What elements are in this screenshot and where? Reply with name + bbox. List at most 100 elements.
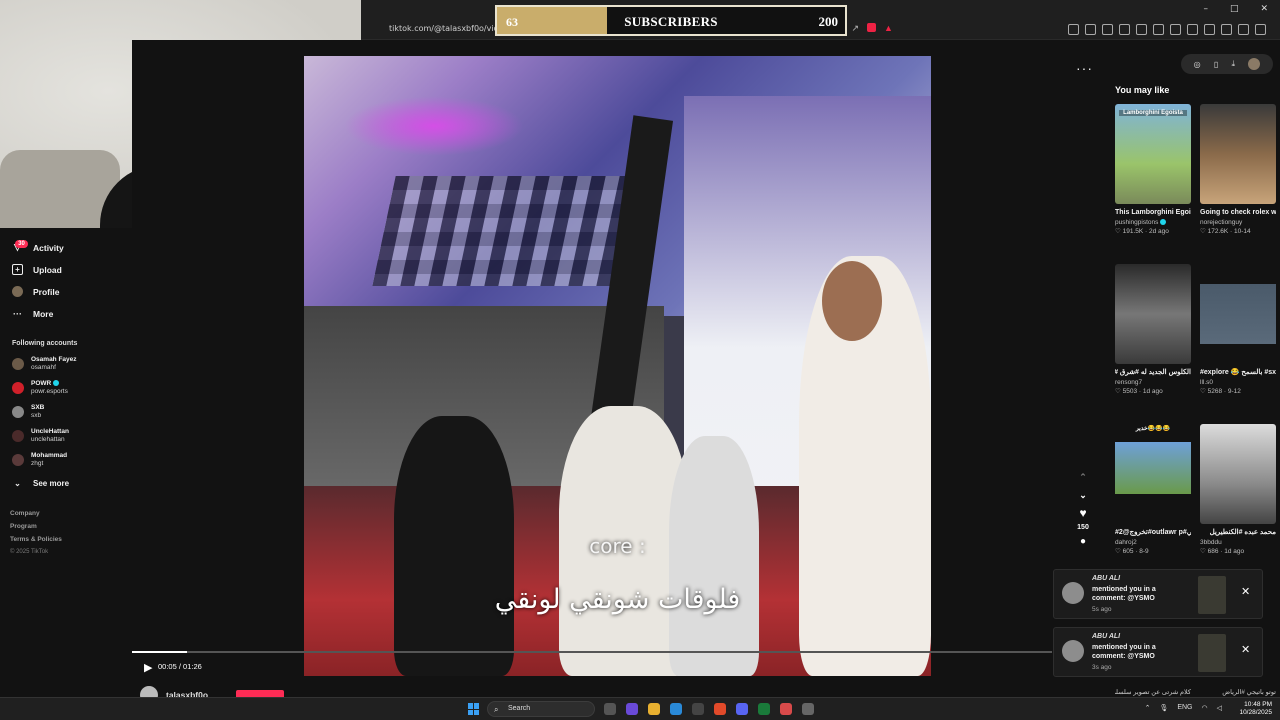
footer-company[interactable]: Company xyxy=(10,510,40,517)
edge-icon[interactable] xyxy=(670,703,682,715)
compass-icon[interactable]: ◎ xyxy=(1194,60,1201,69)
store-icon[interactable] xyxy=(692,703,704,715)
mention-notification[interactable]: ABU ALI mentioned you in a comment: @YSM… xyxy=(1053,627,1263,677)
more-options-icon[interactable]: ··· xyxy=(1076,60,1093,76)
account-handle: powr.esports xyxy=(31,388,68,395)
brave-icon[interactable] xyxy=(714,703,726,715)
taskbar-search[interactable]: ⌕ Search xyxy=(487,701,595,717)
extension-icon[interactable] xyxy=(1102,24,1113,35)
device-icon[interactable]: ▯ xyxy=(1214,60,1218,69)
extension-icon[interactable] xyxy=(1187,24,1198,35)
account-name: UncleHattan xyxy=(31,428,69,435)
card-caption: توتو باتيجي #الرياض xyxy=(1222,689,1276,696)
notification-message: mentioned you in a comment: @YSMO xyxy=(1092,586,1156,602)
recommendation-card[interactable]: خدير😂😂😂 #2@تخروج#outlawr p#العوطبي#explo… xyxy=(1115,424,1191,555)
subscriber-goal: 200 xyxy=(818,14,839,29)
notification-message: mentioned you in a comment: @YSMO xyxy=(1092,644,1156,660)
obs-icon[interactable] xyxy=(802,703,814,715)
close-icon[interactable]: ✕ xyxy=(1241,585,1250,598)
following-account[interactable]: POWR powr.esports xyxy=(12,380,68,396)
brave-shield-icon[interactable] xyxy=(866,23,876,32)
volume-icon[interactable]: ◁ xyxy=(1217,704,1222,712)
thumb-label: Lamborghini Egoista xyxy=(1119,110,1187,116)
card-thumbnail xyxy=(1200,104,1276,204)
card-stats: ♡ 605 · 8-9 xyxy=(1115,548,1149,555)
recommendation-card[interactable]: الكلوس الجديد له #شرق #explore #بايلو re… xyxy=(1115,264,1191,395)
comment-icon[interactable]: ● xyxy=(1076,535,1090,549)
following-account[interactable]: SXB sxb xyxy=(12,404,44,420)
heart-icon[interactable]: ♥ xyxy=(1076,506,1090,520)
account-name: POWR xyxy=(31,380,52,387)
maximize-button[interactable]: □ xyxy=(1230,4,1239,14)
card-thumbnail xyxy=(1115,264,1191,364)
mic-icon[interactable]: 🎙 xyxy=(1159,704,1168,712)
profile-icon xyxy=(12,286,23,297)
notification-time: 5s ago xyxy=(1092,606,1112,613)
following-account[interactable]: Osamah Fayez osamahf xyxy=(12,356,77,372)
following-account[interactable]: Mohammad zhgt xyxy=(12,452,67,468)
sidebar-item-label: Activity xyxy=(33,242,64,253)
recommendations-title: You may like xyxy=(1115,85,1170,95)
sidebar-item-more[interactable]: ··· More xyxy=(12,308,53,319)
windows-start-icon[interactable] xyxy=(468,703,480,715)
notification-sender: ABU ALI xyxy=(1092,575,1121,582)
video-light xyxy=(344,96,524,156)
avatar[interactable] xyxy=(1248,58,1261,70)
mention-notification[interactable]: ABU ALI mentioned you in a comment: @YSM… xyxy=(1053,569,1263,619)
account-name: SXB xyxy=(31,404,45,411)
sidebar-item-upload[interactable]: + Upload xyxy=(12,264,62,275)
extension-icon[interactable] xyxy=(1255,24,1266,35)
app-icon[interactable] xyxy=(780,703,792,715)
verified-icon xyxy=(53,380,60,387)
extension-icon[interactable] xyxy=(1085,24,1096,35)
account-name: Osamah Fayez xyxy=(31,356,77,363)
footer-program[interactable]: Program xyxy=(10,523,37,530)
chevron-up-icon[interactable]: ⌃ xyxy=(1076,470,1090,484)
card-stats: ♡ 5268 · 9-12 xyxy=(1200,388,1241,395)
video-progress-bar[interactable] xyxy=(132,651,1052,653)
avatar xyxy=(12,358,24,370)
chevron-up-icon[interactable]: ⌃ xyxy=(1145,704,1151,712)
video-frame[interactable]: core : فلوقات شونقي لونقي xyxy=(304,56,931,676)
task-view-icon[interactable] xyxy=(604,703,616,715)
following-account[interactable]: UncleHattan unclehattan xyxy=(12,428,69,444)
extension-icon[interactable] xyxy=(1136,24,1147,35)
notification-time: 3s ago xyxy=(1092,664,1112,671)
recommendation-card[interactable]: #explore 😂 بالسمح #sxb #abuswe7l lll.s0 … xyxy=(1200,264,1276,395)
extension-icon[interactable] xyxy=(1204,24,1215,35)
taskbar-apps xyxy=(604,703,814,715)
chevron-down-icon[interactable]: ⌄ xyxy=(1076,488,1090,502)
avatar xyxy=(1062,582,1084,604)
share-icon[interactable]: ↗ xyxy=(851,23,859,34)
video-checker-pattern xyxy=(372,176,646,286)
extension-icon[interactable] xyxy=(1119,24,1130,35)
recommendation-card[interactable]: Lamborghini Egoista This Lamborghini Ego… xyxy=(1115,104,1191,235)
wifi-icon[interactable]: ◠ xyxy=(1202,704,1208,712)
file-explorer-icon[interactable] xyxy=(648,703,660,715)
see-more-link[interactable]: ⌄ See more xyxy=(12,478,69,489)
recommendation-card[interactable]: Going to check rolex with no intention o… xyxy=(1200,104,1276,235)
extension-icon[interactable] xyxy=(1221,24,1232,35)
play-icon[interactable]: ▶ xyxy=(144,661,152,674)
minimize-button[interactable]: – xyxy=(1203,4,1208,14)
avatar xyxy=(12,430,24,442)
extension-icon[interactable] xyxy=(1068,24,1079,35)
rewards-icon[interactable]: ▲ xyxy=(884,23,893,34)
discord-icon[interactable] xyxy=(736,703,748,715)
video-time: 00:05 / 01:26 xyxy=(158,662,202,671)
extension-icon[interactable] xyxy=(1153,24,1164,35)
close-icon[interactable]: ✕ xyxy=(1241,643,1250,656)
recommendation-card[interactable]: محمد عبده #الكنطيريل 3bbddu ♡ 686 · 1d a… xyxy=(1200,424,1276,555)
language-indicator[interactable]: ENG xyxy=(1177,704,1192,712)
close-window-button[interactable]: ✕ xyxy=(1260,4,1268,14)
download-icon[interactable]: ⤓ xyxy=(1232,59,1236,69)
card-stats: ♡ 191.5K · 2d ago xyxy=(1115,228,1169,235)
sidebar-item-profile[interactable]: Profile xyxy=(12,286,59,297)
extension-icon[interactable] xyxy=(1170,24,1181,35)
clock[interactable]: 10:48 PM 10/28/2025 xyxy=(1239,701,1272,717)
excel-icon[interactable] xyxy=(758,703,770,715)
extension-icon[interactable] xyxy=(1238,24,1249,35)
copilot-icon[interactable] xyxy=(626,703,638,715)
footer-terms[interactable]: Terms & Policies xyxy=(10,536,62,543)
system-tray: ⌃ 🎙 ENG ◠ ◁ xyxy=(1145,704,1222,712)
